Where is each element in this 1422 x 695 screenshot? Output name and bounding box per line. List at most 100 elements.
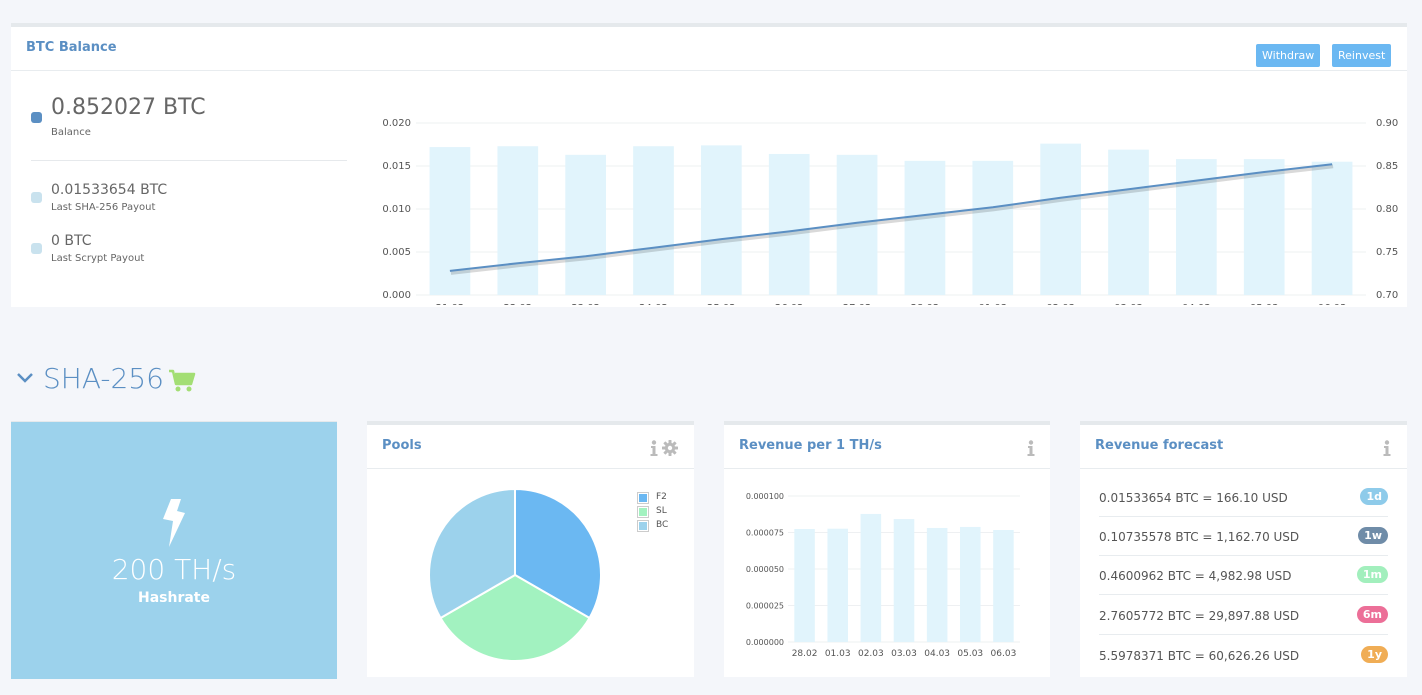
panel-title: Pools	[382, 438, 422, 453]
revenue-bar	[794, 528, 815, 642]
x-tick-label: 03.03	[1114, 303, 1143, 305]
payout-bar	[1040, 143, 1081, 295]
section-title: SHA-256	[43, 362, 164, 395]
legend-label: SL	[656, 506, 667, 516]
panel-header: Revenue per 1 TH/s	[724, 425, 1050, 469]
legend-swatch	[637, 506, 649, 518]
x-tick-label: 03.03	[891, 649, 917, 659]
forecast-row: 0.01533654 BTC = 166.10 USD 1d	[1099, 478, 1388, 517]
period-badge: 1m	[1356, 566, 1388, 583]
forecast-value: 0.01533654 BTC = 166.10 USD	[1099, 491, 1288, 505]
payout-bar	[768, 153, 810, 295]
revenue-bar	[926, 527, 948, 642]
period-badge: 1d	[1360, 488, 1388, 505]
revenue-bar	[860, 513, 882, 642]
reinvest-button[interactable]: Reinvest	[1332, 44, 1392, 67]
payout-bar	[1243, 159, 1285, 295]
y-right-tick-label: 0.75	[1376, 247, 1398, 258]
y-tick-label: 0.000100	[746, 492, 784, 501]
divider	[31, 160, 347, 161]
sha-payout-value: 0.01533654 BTC	[51, 182, 168, 198]
payout-bar	[701, 145, 742, 295]
forecast-row: 0.10735578 BTC = 1,162.70 USD 1w	[1099, 517, 1388, 556]
y-left-tick-label: 0.020	[382, 118, 411, 129]
x-tick-label: 28.02	[911, 303, 940, 305]
withdraw-button[interactable]: Withdraw	[1256, 44, 1321, 67]
revenue-bar-chart: 0.000000 0.000025 0.000050 0.000075 0.000100…	[746, 492, 1020, 659]
balance-label: Balance	[51, 127, 91, 138]
btc-balance-panel: BTC Balance Withdraw Reinvest 0.852027 B…	[11, 23, 1407, 307]
forecast-value: 0.10735578 BTC = 1,162.70 USD	[1099, 530, 1300, 544]
legend-swatch	[637, 520, 649, 532]
balance-value: 0.852027 BTC	[51, 95, 206, 120]
pools-panel: Pools F2 SL BC	[367, 421, 694, 677]
x-tick-label: 04.03	[924, 649, 950, 659]
x-tick-label: 01.03	[978, 303, 1007, 305]
forecast-value: 0.4600962 BTC = 4,982.98 USD	[1099, 569, 1292, 583]
payout-bar	[633, 146, 674, 295]
scrypt-payout-label: Last Scrypt Payout	[51, 253, 145, 264]
x-tick-label: 02.03	[1046, 303, 1075, 305]
balance-chart: 0.000 0.005 0.010 0.015 0.020 0.70 0.75 0.80 0.8…	[382, 118, 1398, 305]
x-tick-label: 04.03	[1182, 303, 1211, 305]
y-left-tick-label: 0.010	[382, 204, 411, 215]
period-badge: 6m	[1356, 606, 1388, 623]
info-icon[interactable]	[1383, 440, 1391, 456]
y-left-tick-label: 0.000	[382, 290, 411, 301]
info-icon[interactable]	[1027, 440, 1035, 456]
x-tick-label: 27.02	[843, 303, 872, 305]
period-badge: 1y	[1361, 646, 1388, 663]
bolt-icon	[163, 499, 185, 547]
panel-header: Pools	[367, 425, 694, 469]
legend-label: BC	[656, 520, 669, 530]
y-left-tick-label: 0.005	[382, 247, 411, 258]
x-tick-label: 22.02	[503, 303, 532, 305]
x-tick-label: 23.02	[571, 303, 600, 305]
y-right-tick-label: 0.80	[1376, 204, 1398, 215]
panel-title: Revenue forecast	[1095, 438, 1224, 453]
payout-legend-dot	[31, 192, 42, 203]
revenue-bar	[893, 519, 915, 642]
y-tick-label: 0.000075	[746, 529, 784, 538]
panel-title: Revenue per 1 TH/s	[739, 438, 882, 453]
y-left-tick-label: 0.015	[382, 161, 411, 172]
y-tick-label: 0.000050	[746, 565, 784, 574]
sha-payout-label: Last SHA-256 Payout	[51, 202, 156, 213]
chevron-down-icon[interactable]	[16, 372, 34, 384]
revenue-bar	[993, 530, 1014, 642]
hashrate-tile: 200 TH/s Hashrate	[11, 421, 337, 679]
y-right-tick-label: 0.85	[1376, 161, 1398, 172]
forecast-value: 2.7605772 BTC = 29,897.88 USD	[1099, 609, 1300, 623]
info-icon[interactable]	[650, 440, 658, 456]
x-tick-label: 28.02	[792, 649, 818, 659]
x-tick-label: 05.03	[957, 649, 983, 659]
payout-bar	[1311, 161, 1353, 295]
x-tick-label: 06.03	[991, 649, 1017, 659]
hashrate-value: 200 TH/s	[111, 553, 237, 586]
y-right-tick-label: 0.70	[1376, 290, 1398, 301]
payout-bar	[1108, 149, 1149, 295]
revenue-bar	[827, 528, 848, 642]
x-tick-label: 24.02	[639, 303, 668, 305]
forecast-value: 5.5978371 BTC = 60,626.26 USD	[1099, 649, 1300, 663]
payout-legend-dot	[31, 243, 42, 254]
hashrate-label: Hashrate	[137, 590, 210, 606]
y-tick-label: 0.000025	[746, 602, 784, 611]
payout-bar	[904, 160, 946, 295]
revenue-per-th-panel: Revenue per 1 TH/s 0.000000 0.000025 0.000…	[724, 421, 1050, 677]
y-tick-label: 0.000000	[746, 638, 784, 647]
scrypt-payout-value: 0 BTC	[51, 233, 92, 249]
x-tick-label: 01.03	[825, 649, 851, 659]
x-tick-label: 26.02	[775, 303, 804, 305]
period-badge: 1w	[1358, 527, 1388, 544]
x-tick-label: 05.03	[1250, 303, 1279, 305]
revenue-forecast-panel: Revenue forecast 0.01533654 BTC = 166.10…	[1080, 421, 1407, 677]
payout-bar	[565, 154, 606, 295]
x-tick-label: 21.02	[436, 303, 465, 305]
shopping-cart-icon[interactable]	[168, 369, 196, 393]
x-tick-label: 02.03	[858, 649, 884, 659]
legend-swatch	[637, 492, 649, 504]
gear-icon[interactable]	[662, 440, 678, 456]
panel-header: Revenue forecast	[1080, 425, 1407, 469]
forecast-row: 2.7605772 BTC = 29,897.88 USD 6m	[1099, 596, 1388, 635]
